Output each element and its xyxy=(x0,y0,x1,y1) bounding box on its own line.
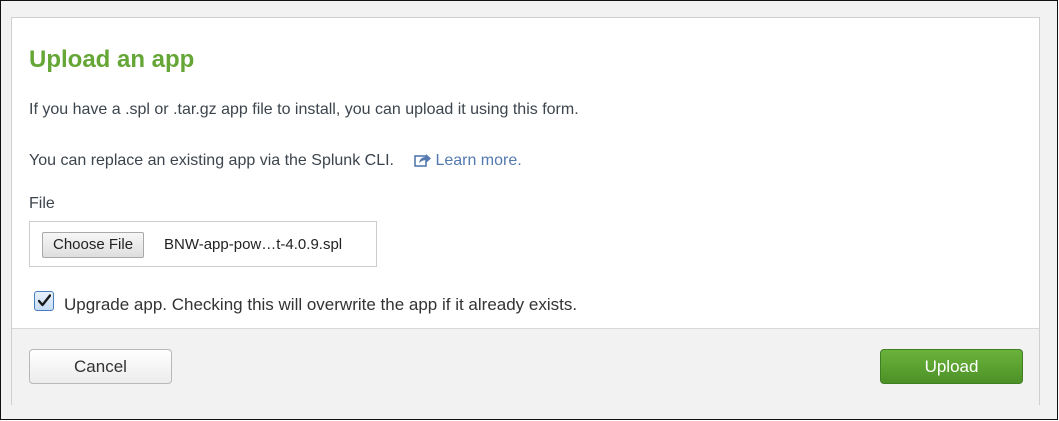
external-link-icon xyxy=(414,152,432,171)
screenshot-frame: Upload an app If you have a .spl or .tar… xyxy=(0,0,1058,420)
file-input[interactable]: Choose File BNW-app-pow…t-4.0.9.spl xyxy=(29,221,377,267)
checkmark-icon xyxy=(38,294,51,307)
cancel-button[interactable]: Cancel xyxy=(29,349,172,384)
intro-text: If you have a .spl or .tar.gz app file t… xyxy=(29,101,579,118)
selected-file-name: BNW-app-pow…t-4.0.9.spl xyxy=(164,236,343,253)
upgrade-app-checkbox[interactable] xyxy=(34,291,54,311)
cli-text-row: You can replace an existing app via the … xyxy=(29,152,522,171)
upgrade-app-label: Upgrade app. Checking this will overwrit… xyxy=(64,295,578,314)
learn-more-label: Learn more. xyxy=(435,152,522,169)
upload-app-dialog: Upload an app If you have a .spl or .tar… xyxy=(11,17,1040,405)
dialog-title: Upload an app xyxy=(29,46,195,73)
choose-file-button[interactable]: Choose File xyxy=(42,232,145,258)
dialog-footer: Cancel Upload xyxy=(12,328,1039,405)
learn-more-link[interactable]: Learn more. xyxy=(414,152,522,171)
upload-button[interactable]: Upload xyxy=(880,349,1023,384)
cli-text: You can replace an existing app via the … xyxy=(29,152,394,169)
file-label: File xyxy=(29,195,55,212)
